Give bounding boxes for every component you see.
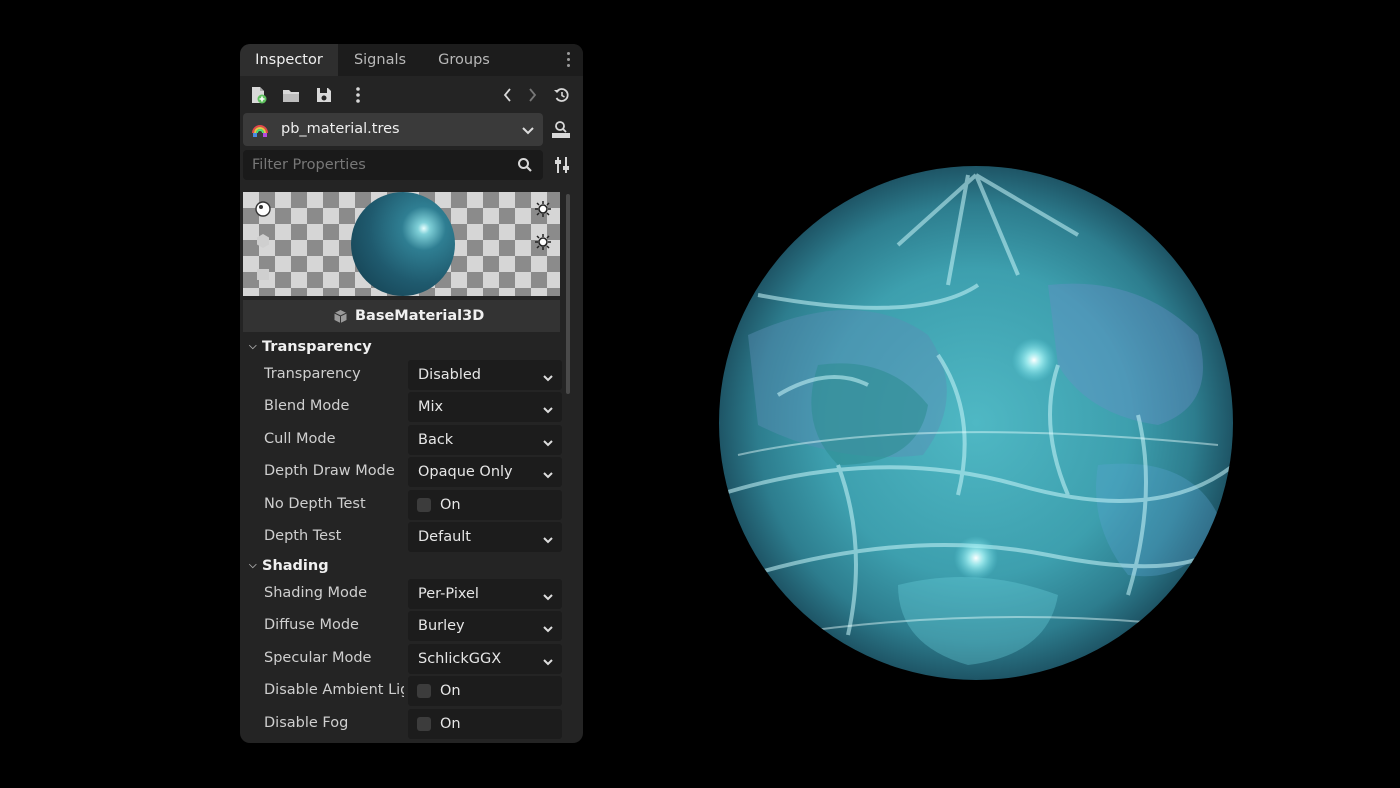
preview-sphere <box>351 192 455 296</box>
prop-disable-fog: Disable Fog On <box>240 709 570 739</box>
tab-signals[interactable]: Signals <box>340 44 420 76</box>
viewport-sphere <box>718 165 1234 681</box>
prop-diffuse-mode: Diffuse Mode Burley <box>240 611 570 641</box>
class-header: BaseMaterial3D <box>243 300 560 332</box>
depth-test-dropdown[interactable]: Default <box>408 522 562 552</box>
diffuse-mode-dropdown[interactable]: Burley <box>408 611 562 641</box>
chevron-down-icon: ⌵ <box>249 560 257 571</box>
open-folder-icon[interactable] <box>280 84 302 106</box>
specular-mode-dropdown[interactable]: SchlickGGX <box>408 644 562 674</box>
prop-depth-test: Depth Test Default <box>240 522 570 552</box>
depth-draw-mode-dropdown[interactable]: Opaque Only <box>408 457 562 487</box>
inspector-toolbar <box>240 80 583 110</box>
shading-mode-dropdown[interactable]: Per-Pixel <box>408 579 562 609</box>
prop-specular-mode: Specular Mode SchlickGGX <box>240 644 570 674</box>
chevron-down-icon <box>542 401 554 414</box>
chevron-down-icon <box>542 531 554 544</box>
section-shading[interactable]: ⌵ Shading <box>240 554 570 578</box>
chevron-down-icon <box>542 588 554 601</box>
checkbox[interactable] <box>417 684 431 698</box>
new-resource-icon[interactable] <box>247 84 269 106</box>
material-icon <box>251 121 269 139</box>
tab-groups[interactable]: Groups <box>422 44 506 76</box>
search-icon <box>517 157 533 173</box>
chevron-down-icon <box>542 466 554 479</box>
resource-picker[interactable]: pb_material.tres <box>243 113 543 146</box>
material-preview <box>243 192 560 296</box>
chevron-down-icon <box>542 434 554 447</box>
filter-properties-input[interactable] <box>243 150 514 180</box>
chevron-down-icon <box>542 369 554 382</box>
doc-search-icon[interactable] <box>550 118 572 140</box>
prop-depth-draw-mode: Depth Draw Mode Opaque Only <box>240 457 570 487</box>
chevron-down-icon <box>542 620 554 633</box>
object-history-icon[interactable] <box>551 84 573 106</box>
prop-blend-mode: Blend Mode Mix <box>240 392 570 422</box>
checkbox[interactable] <box>417 498 431 512</box>
property-settings-icon[interactable] <box>552 154 572 176</box>
box-preview-icon[interactable] <box>255 266 271 282</box>
class-name: BaseMaterial3D <box>355 308 485 324</box>
mesh-preview-icon[interactable] <box>255 233 271 249</box>
sphere-preview-icon[interactable] <box>255 201 271 217</box>
prop-transparency: Transparency Disabled <box>240 360 570 390</box>
prop-cull-mode: Cull Mode Back <box>240 425 570 455</box>
transparency-dropdown[interactable]: Disabled <box>408 360 562 390</box>
save-icon[interactable] <box>313 84 335 106</box>
more-options-icon[interactable] <box>347 84 369 106</box>
chevron-down-icon: ⌵ <box>249 341 257 352</box>
section-transparency[interactable]: ⌵ Transparency <box>240 335 570 359</box>
dock-menu-icon[interactable] <box>565 52 571 70</box>
dock-tab-bar: Inspector Signals Groups <box>240 44 583 76</box>
light-1-icon[interactable] <box>534 200 552 218</box>
no-depth-test-toggle[interactable]: On <box>408 490 562 520</box>
prop-shading-mode: Shading Mode Per-Pixel <box>240 579 570 609</box>
tab-inspector[interactable]: Inspector <box>240 44 338 76</box>
inspector-panel: Inspector Signals Groups pb_material.tre… <box>240 44 583 743</box>
prop-disable-ambient-light: Disable Ambient Lig On <box>240 676 570 706</box>
light-2-icon[interactable] <box>534 233 552 251</box>
resource-name: pb_material.tres <box>281 121 400 137</box>
history-back-icon[interactable] <box>497 84 519 106</box>
history-forward-icon[interactable] <box>521 84 543 106</box>
blend-mode-dropdown[interactable]: Mix <box>408 392 562 422</box>
filter-properties-box <box>243 150 543 180</box>
cull-mode-dropdown[interactable]: Back <box>408 425 562 455</box>
chevron-down-icon[interactable] <box>521 123 535 137</box>
checkbox[interactable] <box>417 717 431 731</box>
cube-icon <box>333 309 348 324</box>
prop-no-depth-test: No Depth Test On <box>240 490 570 520</box>
disable-fog-toggle[interactable]: On <box>408 709 562 739</box>
chevron-down-icon <box>542 653 554 666</box>
disable-ambient-light-toggle[interactable]: On <box>408 676 562 706</box>
